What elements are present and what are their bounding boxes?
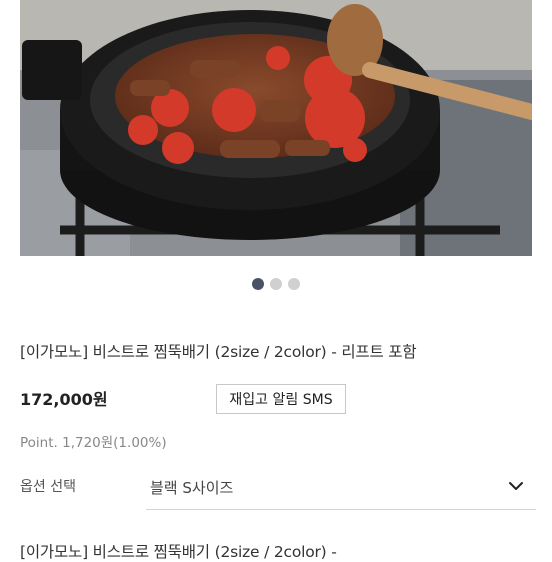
product-price: 172,000원	[20, 390, 108, 409]
carousel-dot-2[interactable]	[270, 278, 282, 290]
product-title: [이가모노] 비스트로 찜뚝배기 (2size / 2color) - 리프트 …	[20, 343, 417, 361]
restock-alert-button[interactable]: 재입고 알림 SMS	[216, 384, 346, 414]
product-photo-image	[20, 0, 532, 256]
chevron-down-icon	[508, 478, 524, 498]
option-label: 옵션 선택	[20, 479, 76, 495]
product-photo[interactable]	[20, 0, 532, 256]
option-select[interactable]: 블랙 S사이즈	[146, 468, 536, 510]
reward-points: Point. 1,720원(1.00%)	[20, 435, 167, 451]
carousel-dot-3[interactable]	[288, 278, 300, 290]
selected-option-title: [이가모노] 비스트로 찜뚝배기 (2size / 2color) -	[20, 543, 337, 561]
carousel-indicator	[0, 278, 552, 290]
carousel-dot-1[interactable]	[252, 278, 264, 290]
option-selected-value: 블랙 S사이즈	[150, 479, 234, 497]
